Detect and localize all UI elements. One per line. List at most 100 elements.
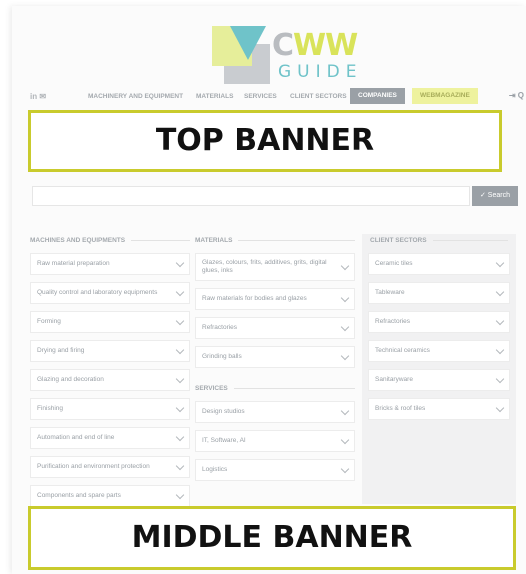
- chevron-down-icon: [495, 403, 505, 412]
- category-item[interactable]: Forming: [30, 311, 190, 333]
- category-item[interactable]: Automation and end of line: [30, 427, 190, 449]
- category-item[interactable]: Finishing: [30, 398, 190, 420]
- category-label: Design studios: [202, 408, 245, 415]
- category-label: Glazing and decoration: [37, 376, 104, 383]
- nav-materials[interactable]: MATERIALS: [196, 93, 233, 100]
- category-item[interactable]: Glazes, colours, frits, additives, grits…: [195, 253, 355, 281]
- client-sectors-heading: CLIENT SECTORS: [370, 234, 508, 246]
- client-sectors-title: CLIENT SECTORS: [370, 236, 427, 244]
- top-banner[interactable]: TOP BANNER: [28, 110, 502, 172]
- nav-webmagazine[interactable]: WEBMAGAZINE: [412, 88, 478, 104]
- category-item[interactable]: Tableware: [368, 282, 510, 304]
- materials-title: MATERIALS: [195, 236, 233, 244]
- category-label: IT, Software, AI: [202, 437, 246, 444]
- category-label: Tableware: [375, 289, 405, 296]
- nav-client-sectors[interactable]: CLIENT SECTORS: [290, 93, 347, 100]
- chevron-down-icon: [495, 287, 505, 296]
- chevron-down-icon: [340, 322, 350, 331]
- category-label: Automation and end of line: [37, 434, 115, 441]
- category-label: Forming: [37, 318, 61, 325]
- chevron-down-icon: [495, 374, 505, 383]
- chevron-down-icon: [175, 461, 185, 470]
- category-item[interactable]: Technical ceramics: [368, 340, 510, 362]
- category-label: Refractories: [375, 318, 411, 325]
- chevron-down-icon: [340, 293, 350, 302]
- category-item[interactable]: Refractories: [368, 311, 510, 333]
- category-item[interactable]: Refractories: [195, 317, 355, 339]
- page: CWW GUIDE in ✉ MACHINERY AND EQUIPMENT M…: [12, 6, 526, 574]
- category-item[interactable]: Grinding balls: [195, 346, 355, 368]
- logo-subtitle: GUIDE: [278, 62, 363, 82]
- heading-rule: [233, 387, 355, 389]
- category-label: Sanitaryware: [375, 376, 413, 383]
- chevron-down-icon: [175, 258, 185, 267]
- heading-rule: [238, 239, 355, 241]
- login-search-icons[interactable]: ⇥ Q: [509, 91, 524, 100]
- chevron-down-icon: [175, 374, 185, 383]
- heading-rule: [432, 239, 508, 241]
- category-label: Drying and firing: [37, 347, 85, 354]
- category-label: Technical ceramics: [375, 347, 430, 354]
- category-label: Refractories: [202, 324, 238, 331]
- category-item[interactable]: IT, Software, AI: [195, 430, 355, 452]
- services-heading: SERVICES: [195, 382, 355, 394]
- chevron-down-icon: [175, 490, 185, 499]
- category-item[interactable]: Bricks & roof tiles: [368, 398, 510, 420]
- category-item[interactable]: Sanitaryware: [368, 369, 510, 391]
- logo-letter-c: C: [272, 28, 294, 63]
- nav-machinery[interactable]: MACHINERY AND EQUIPMENT: [88, 93, 183, 100]
- materials-column: MATERIALS Glazes, colours, frits, additi…: [195, 234, 355, 481]
- category-label: Finishing: [37, 405, 64, 412]
- category-label: Purification and environment protection: [37, 463, 150, 470]
- logo-wordmark: CWW: [272, 28, 358, 63]
- category-item[interactable]: Glazing and decoration: [30, 369, 190, 391]
- chevron-down-icon: [495, 316, 505, 325]
- chevron-down-icon: [175, 316, 185, 325]
- logo-letters-ww: WW: [293, 28, 358, 63]
- category-label: Raw material preparation: [37, 260, 110, 267]
- chevron-down-icon: [340, 464, 350, 473]
- category-item[interactable]: Components and spare parts: [30, 485, 190, 507]
- machines-title: MACHINES AND EQUIPMENTS: [30, 236, 126, 244]
- category-item[interactable]: Quality control and laboratory equipment…: [30, 282, 190, 304]
- category-label: Bricks & roof tiles: [375, 405, 426, 412]
- category-item[interactable]: Raw materials for bodies and glazes: [195, 288, 355, 310]
- social-icons[interactable]: in ✉: [30, 92, 46, 101]
- chevron-down-icon: [175, 287, 185, 296]
- chevron-down-icon: [175, 345, 185, 354]
- category-label: Components and spare parts: [37, 492, 121, 499]
- chevron-down-icon: [495, 258, 505, 267]
- category-item[interactable]: Raw material preparation: [30, 253, 190, 275]
- search-button[interactable]: ✓ Search: [472, 186, 518, 206]
- chevron-down-icon: [495, 345, 505, 354]
- category-label: Raw materials for bodies and glazes: [202, 295, 307, 302]
- category-item[interactable]: Drying and firing: [30, 340, 190, 362]
- client-sectors-column: CLIENT SECTORS Ceramic tiles Tableware R…: [362, 234, 516, 504]
- chevron-down-icon: [340, 261, 350, 270]
- cww-guide-logo[interactable]: CWW GUIDE: [212, 22, 362, 84]
- logo-triangle: [230, 26, 266, 60]
- category-label: Logistics: [202, 466, 228, 473]
- services-title: SERVICES: [195, 384, 228, 392]
- main-nav: in ✉ MACHINERY AND EQUIPMENT MATERIALS S…: [28, 88, 526, 106]
- chevron-down-icon: [340, 406, 350, 415]
- category-item[interactable]: Logistics: [195, 459, 355, 481]
- chevron-down-icon: [340, 351, 350, 360]
- category-label: Grinding balls: [202, 353, 242, 360]
- category-item[interactable]: Purification and environment protection: [30, 456, 190, 478]
- category-label: Ceramic tiles: [375, 260, 413, 267]
- machines-column: MACHINES AND EQUIPMENTS Raw material pre…: [30, 234, 190, 507]
- chevron-down-icon: [175, 403, 185, 412]
- search-input[interactable]: [32, 186, 470, 206]
- machines-heading: MACHINES AND EQUIPMENTS: [30, 234, 190, 246]
- category-label: Quality control and laboratory equipment…: [37, 289, 158, 296]
- category-item[interactable]: Ceramic tiles: [368, 253, 510, 275]
- nav-companies[interactable]: COMPANIES: [350, 88, 405, 104]
- chevron-down-icon: [175, 432, 185, 441]
- category-item[interactable]: Design studios: [195, 401, 355, 423]
- middle-banner[interactable]: MIDDLE BANNER: [28, 506, 516, 570]
- materials-heading: MATERIALS: [195, 234, 355, 246]
- nav-services[interactable]: SERVICES: [244, 93, 277, 100]
- chevron-down-icon: [340, 435, 350, 444]
- heading-rule: [131, 239, 190, 241]
